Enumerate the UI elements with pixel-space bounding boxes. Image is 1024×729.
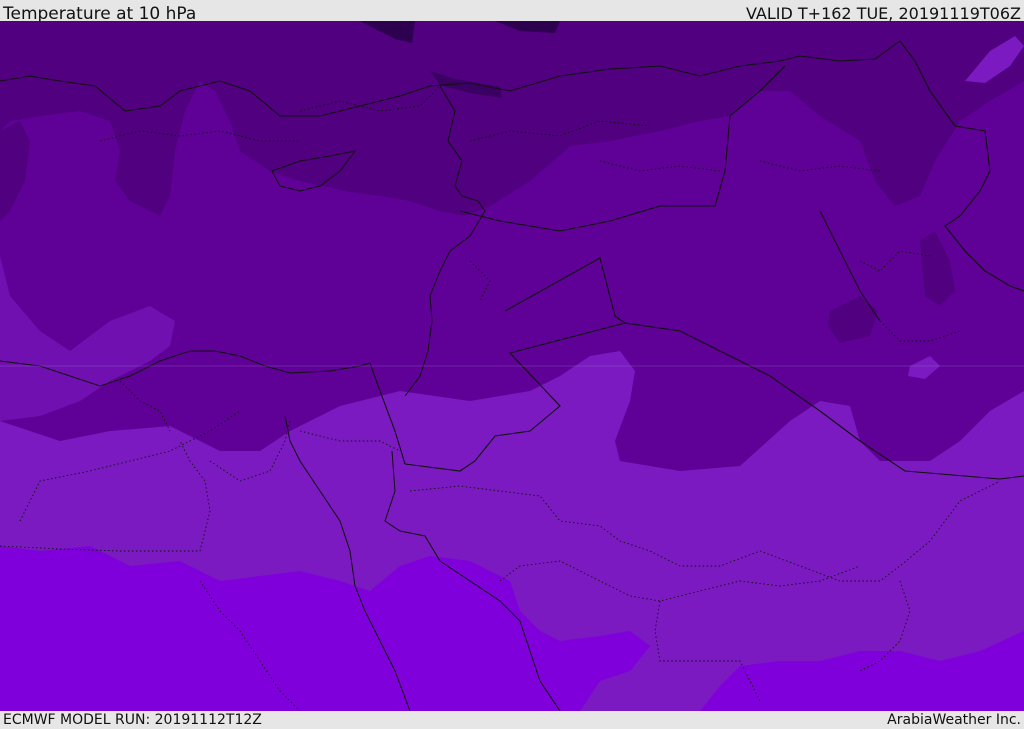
- provider-credit: ArabiaWeather Inc.: [887, 712, 1021, 728]
- footer-bar: ECMWF MODEL RUN: 20191112T12Z ArabiaWeat…: [0, 711, 1024, 729]
- header-bar: Temperature at 10 hPa VALID T+162 TUE, 2…: [0, 0, 1024, 24]
- temperature-map: [0, 21, 1024, 711]
- model-run: ECMWF MODEL RUN: 20191112T12Z: [3, 712, 262, 728]
